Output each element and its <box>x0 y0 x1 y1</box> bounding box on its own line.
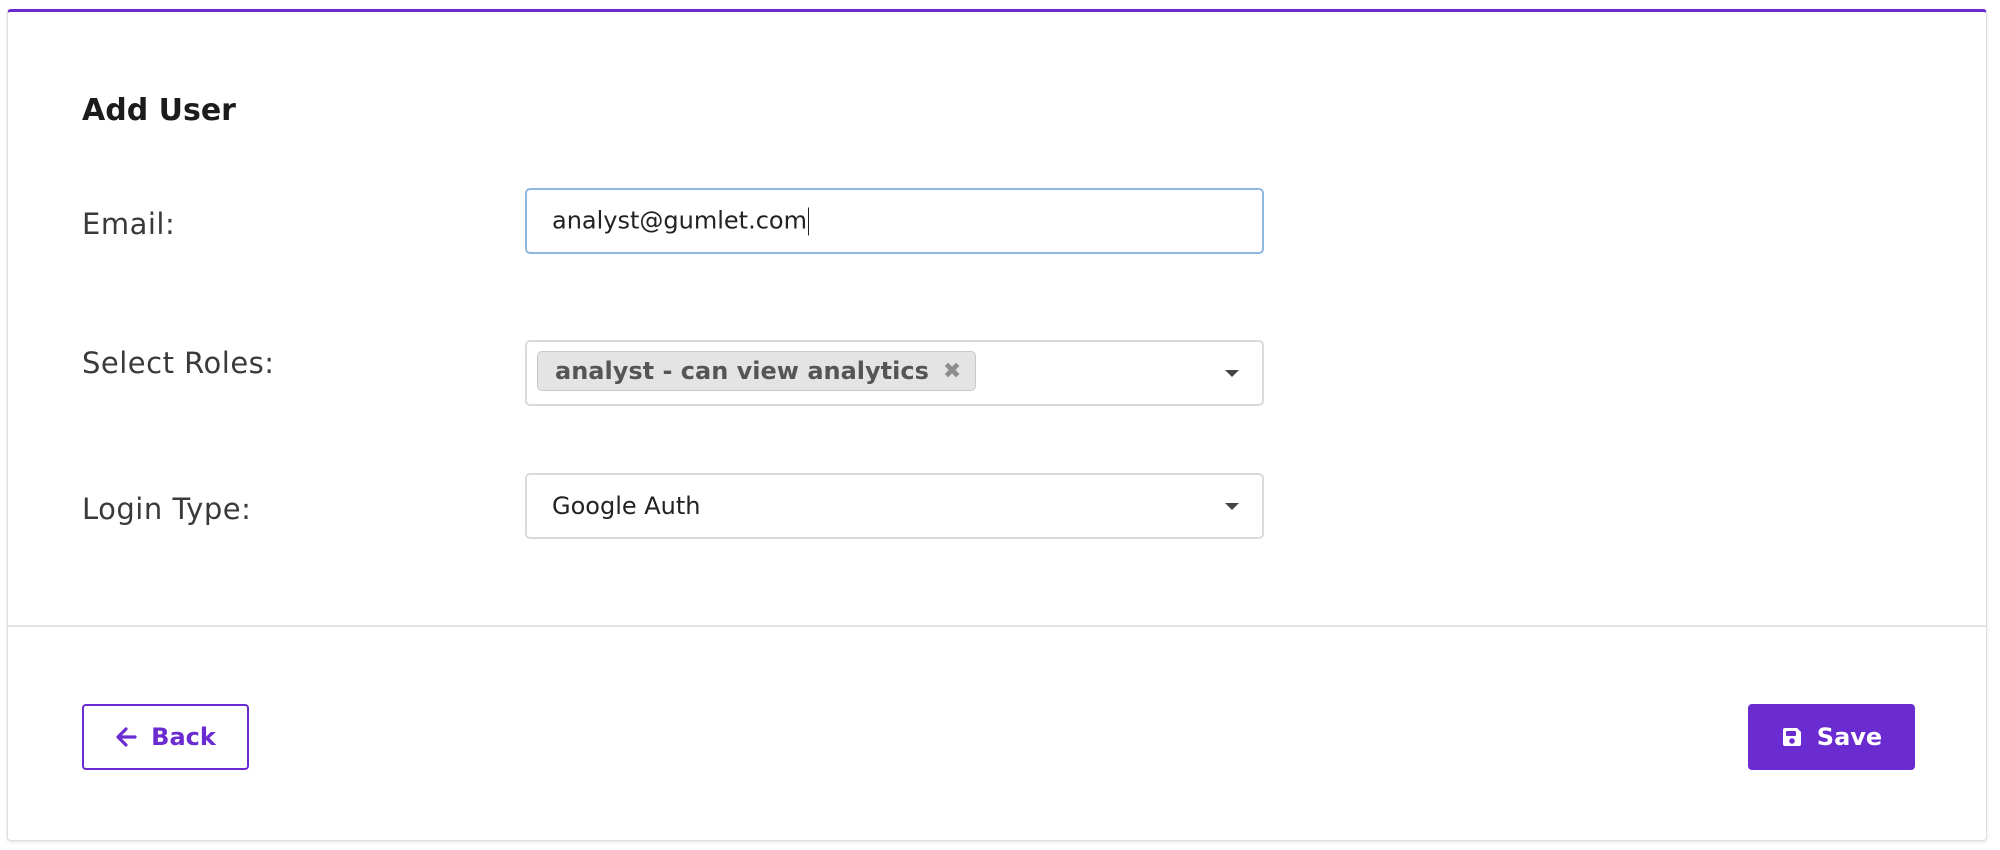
caret-down-icon[interactable] <box>1225 503 1239 510</box>
email-field[interactable]: analyst@gumlet.com <box>525 188 1264 254</box>
back-button-label: Back <box>151 723 216 751</box>
login-type-value: Google Auth <box>552 492 701 520</box>
roles-select[interactable]: analyst - can view analytics ✖ <box>525 340 1264 406</box>
save-button[interactable]: Save <box>1748 704 1915 770</box>
back-button[interactable]: Back <box>82 704 249 770</box>
role-chip: analyst - can view analytics ✖ <box>537 351 977 391</box>
login-type-label: Login Type: <box>82 492 252 526</box>
text-caret <box>807 207 810 236</box>
email-label: Email: <box>82 207 176 241</box>
role-chip-label: analyst - can view analytics <box>555 357 929 385</box>
caret-down-icon[interactable] <box>1225 370 1239 377</box>
close-icon[interactable]: ✖ <box>943 359 961 384</box>
floppy-disk-icon <box>1781 726 1803 748</box>
divider <box>8 625 1986 627</box>
arrow-left-icon <box>115 726 137 748</box>
page-title: Add User <box>82 93 236 128</box>
login-type-select[interactable]: Google Auth <box>525 473 1264 539</box>
email-field-value: analyst@gumlet.com <box>552 207 810 236</box>
add-user-card: Add User Email: analyst@gumlet.com Selec… <box>7 9 1987 841</box>
save-button-label: Save <box>1816 723 1883 751</box>
roles-label: Select Roles: <box>82 346 275 380</box>
